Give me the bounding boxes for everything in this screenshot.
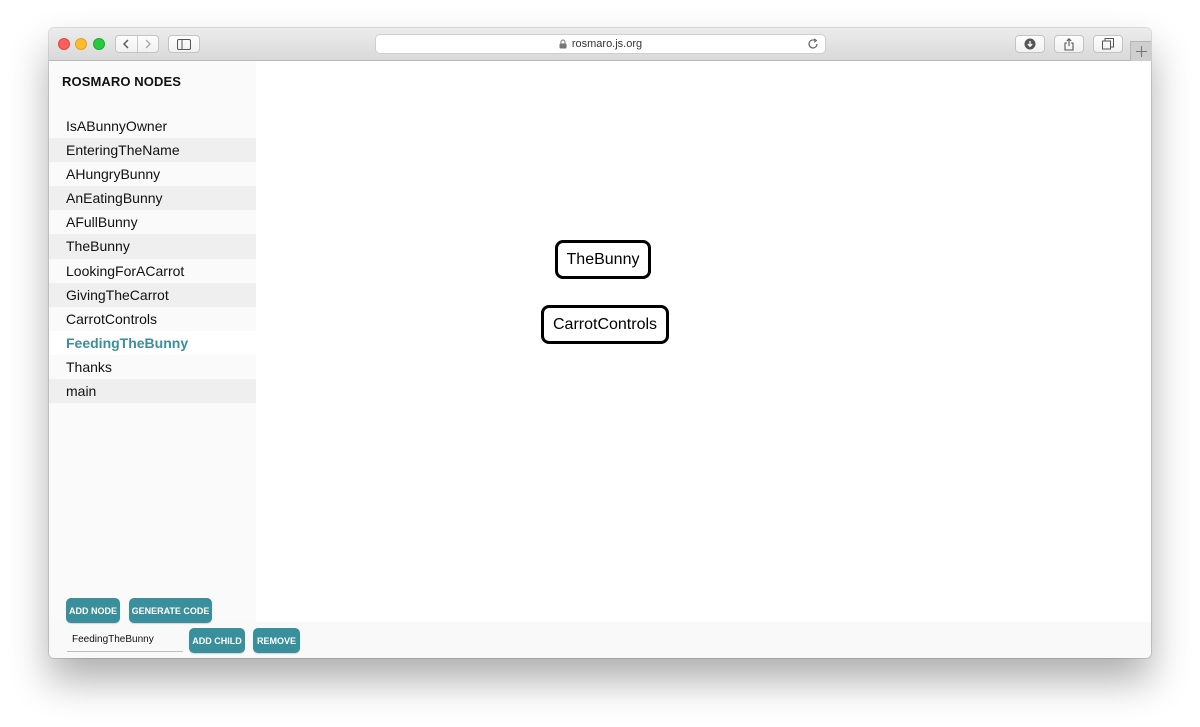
chevron-right-icon bbox=[145, 39, 151, 49]
show-tabs-button[interactable] bbox=[1093, 35, 1123, 53]
download-icon bbox=[1024, 38, 1036, 50]
node-list-item[interactable]: IsABunnyOwner bbox=[49, 114, 256, 138]
node-list-item[interactable]: main bbox=[49, 379, 256, 404]
node-list-item[interactable]: TheBunny bbox=[49, 234, 256, 259]
close-window-button[interactable] bbox=[58, 38, 70, 50]
node-name-input[interactable] bbox=[67, 628, 183, 652]
plus-icon bbox=[1135, 46, 1147, 57]
node-list-item[interactable]: CarrotControls bbox=[49, 307, 256, 331]
sidebar-title: ROSMARO NODES bbox=[62, 74, 182, 89]
node-list: IsABunnyOwner EnteringTheName AHungryBun… bbox=[49, 114, 256, 404]
node-list-item[interactable]: AHungryBunny bbox=[49, 162, 256, 186]
remove-button[interactable]: REMOVE bbox=[253, 628, 300, 653]
url-text: rosmaro.js.org bbox=[571, 38, 643, 50]
app-content: ROSMARO NODES IsABunnyOwner EnteringTheN… bbox=[49, 61, 1151, 658]
browser-toolbar: rosmaro.js.org bbox=[49, 28, 1151, 61]
share-icon bbox=[1064, 37, 1074, 51]
share-button[interactable] bbox=[1054, 35, 1084, 53]
node-list-item[interactable]: EnteringTheName bbox=[49, 138, 256, 163]
back-button[interactable] bbox=[116, 36, 137, 52]
tabs-icon bbox=[1102, 38, 1114, 50]
navigation-buttons bbox=[115, 35, 159, 53]
nodes-sidebar: ROSMARO NODES IsABunnyOwner EnteringTheN… bbox=[49, 61, 256, 658]
graph-node[interactable]: CarrotControls bbox=[541, 305, 669, 344]
node-list-item[interactable]: AFullBunny bbox=[49, 210, 256, 234]
graph-canvas[interactable]: TheBunny CarrotControls bbox=[256, 61, 1151, 622]
node-list-item-selected[interactable]: FeedingTheBunny bbox=[49, 330, 256, 355]
minimize-window-button[interactable] bbox=[75, 38, 87, 50]
reload-button[interactable] bbox=[807, 38, 819, 50]
chevron-left-icon bbox=[123, 39, 129, 49]
maximize-window-button[interactable] bbox=[93, 38, 105, 50]
add-child-button[interactable]: ADD CHILD bbox=[189, 628, 245, 653]
forward-button[interactable] bbox=[136, 36, 158, 52]
sidebar-icon bbox=[177, 38, 191, 50]
lock-icon bbox=[559, 39, 567, 49]
graph-node[interactable]: TheBunny bbox=[555, 240, 651, 279]
address-bar[interactable]: rosmaro.js.org bbox=[375, 34, 826, 54]
sidebar-toggle-button[interactable] bbox=[168, 35, 200, 53]
new-tab-button[interactable] bbox=[1130, 41, 1151, 61]
node-list-item[interactable]: GivingTheCarrot bbox=[49, 282, 256, 307]
generate-code-button[interactable]: GENERATE CODE bbox=[129, 598, 212, 623]
download-button[interactable] bbox=[1015, 35, 1045, 53]
add-node-button[interactable]: ADD NODE bbox=[66, 598, 120, 623]
browser-window: rosmaro.js.org ROSMARO NODES IsABunnyOwn… bbox=[49, 28, 1151, 658]
node-list-item[interactable]: LookingForACarrot bbox=[49, 259, 256, 283]
reload-icon bbox=[808, 38, 818, 49]
node-list-item[interactable]: AnEatingBunny bbox=[49, 186, 256, 211]
node-list-item[interactable]: Thanks bbox=[49, 355, 256, 379]
